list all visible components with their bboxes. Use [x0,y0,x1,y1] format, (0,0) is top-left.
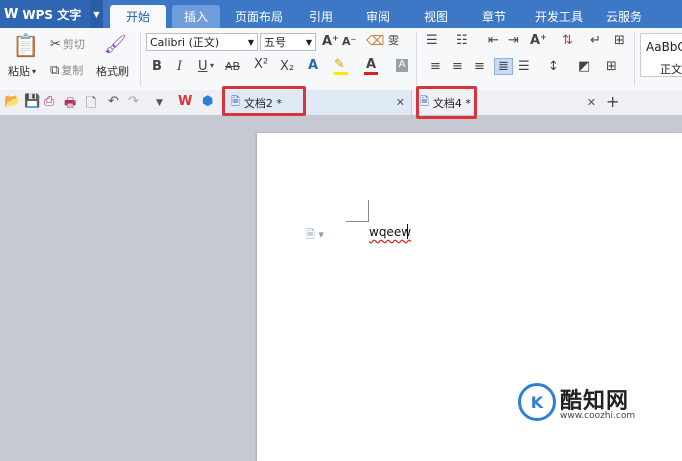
tab-cloud[interactable]: 云服务 [598,5,650,28]
underline-button[interactable]: U [198,60,208,73]
font-name-value: Calibri (正文) [150,36,220,49]
copy-button[interactable]: ⧉ 复制 [50,62,83,78]
font-size-value: 五号 [264,36,286,49]
app-menu-chevron-icon[interactable]: ▼ [90,0,103,28]
increase-indent-icon[interactable]: ⇥ [508,34,519,47]
borders-icon[interactable]: ⊞ [606,60,617,73]
italic-button[interactable]: I [177,60,182,73]
format-painter-icon[interactable]: 🖌 [104,34,127,55]
wps-logo-icon: W [4,6,19,22]
align-left-icon[interactable]: ≡ [430,60,441,73]
text-caret [407,224,408,239]
distributed-icon[interactable]: ☰ [518,60,530,73]
format-painter-button[interactable]: 格式刷 [96,63,129,79]
open-folder-icon[interactable]: 📂 [4,94,20,109]
cut-button[interactable]: ✂ 剪切 [50,36,85,52]
export-pdf-icon[interactable]: ⎙ [44,94,54,109]
clear-format-icon[interactable]: ⌫ [366,35,384,48]
tab-insert[interactable]: 插入 [172,5,220,28]
watermark-url: www.coozhi.com [560,411,636,421]
subscript-button[interactable]: X₂ [280,60,294,73]
format-painter-label: 格式刷 [96,65,129,78]
paste-icon[interactable]: 📋 [12,34,39,59]
margin-corner-mark [346,221,368,222]
highlight-box [416,86,477,119]
shrink-font-button[interactable]: A⁻ [342,36,356,47]
align-right-icon[interactable]: ≡ [474,60,485,73]
close-icon[interactable]: ✕ [587,96,596,109]
bold-button[interactable]: B [152,60,162,73]
save-icon[interactable]: 💾 [24,94,40,109]
wps-home-icon[interactable]: W [178,94,192,109]
show-marks-icon[interactable]: ↵ [590,34,601,47]
cut-label: 剪切 [62,38,85,51]
superscript-button[interactable]: X² [254,58,268,71]
table-icon[interactable]: ⊞ [614,34,625,47]
font-name-select[interactable]: Calibri (正文) ▼ [146,33,258,51]
scissors-icon: ✂ [50,36,61,52]
document-text[interactable]: wqeew [369,225,411,239]
tab-chapter[interactable]: 章节 [470,5,518,28]
style-name: 正文 [660,63,682,76]
paste-label: 粘贴 [8,65,30,78]
chevron-down-icon: ▼ [247,37,254,47]
justify-icon[interactable]: ≣ [494,58,513,75]
phonetic-guide-button[interactable]: 雯 [388,35,399,46]
new-tab-plus-icon[interactable]: + [606,92,619,111]
chevron-down-icon[interactable]: ▾ [210,62,214,70]
numbered-list-icon[interactable]: ☷ [456,34,468,47]
font-size-select[interactable]: 五号 ▼ [260,33,316,51]
font-color-bar [364,72,378,75]
divider [140,32,141,86]
divider [634,32,635,86]
tab-home[interactable]: 开始 [110,5,166,28]
sort-icon[interactable]: ⇅ [562,34,573,47]
highlight-color-bar [334,72,348,75]
change-case-icon[interactable]: A⁺ [530,34,547,47]
font-color-button[interactable]: A [366,58,376,71]
tab-references[interactable]: 引用 [298,5,344,28]
app-menu-button[interactable]: W WPS 文字 [0,0,90,28]
chevron-down-icon: ▼ [305,37,312,47]
copy-label: 复制 [61,64,84,77]
decrease-indent-icon[interactable]: ⇤ [488,34,499,47]
margin-corner-mark [368,200,369,222]
divider [416,32,417,86]
tab-developer[interactable]: 开发工具 [528,5,590,28]
paragraph-handle-icon[interactable]: 🗎 ▾ [306,226,324,245]
redo-icon[interactable]: ↷ [128,94,139,109]
app-name: WPS 文字 [22,7,82,22]
print-icon[interactable]: 🖶 [64,94,76,116]
print-preview-icon[interactable]: 🗋 [86,94,96,116]
text-effect-icon[interactable]: A [308,59,318,72]
watermark-logo: K [518,383,556,421]
tab-review[interactable]: 审阅 [354,5,402,28]
strikethrough-button[interactable]: AB [225,61,240,72]
bullet-list-icon[interactable]: ☰ [426,34,438,47]
grow-font-button[interactable]: A⁺ [322,35,339,48]
highlight-pen-icon[interactable]: ✎ [334,58,345,71]
styles-gallery[interactable]: AaBbC 正文 [640,33,682,77]
undo-icon[interactable]: ↶ [108,94,119,109]
align-center-icon[interactable]: ≡ [452,60,463,73]
customize-toolbar-icon[interactable]: ▼ [156,98,163,108]
style-preview: AaBbC [646,40,682,54]
char-shading-icon[interactable]: A [396,59,408,72]
close-icon[interactable]: ✕ [396,96,405,109]
paste-button[interactable]: 粘贴 ▾ [8,63,36,79]
highlight-box [222,86,306,116]
shading-icon[interactable]: ◩ [578,60,590,73]
copy-icon: ⧉ [50,62,60,78]
line-spacing-icon[interactable]: ↕ [548,60,559,73]
tab-page-layout[interactable]: 页面布局 [226,5,292,28]
tab-view[interactable]: 视图 [412,5,460,28]
cloud-cube-icon[interactable]: ⬢ [202,94,213,109]
